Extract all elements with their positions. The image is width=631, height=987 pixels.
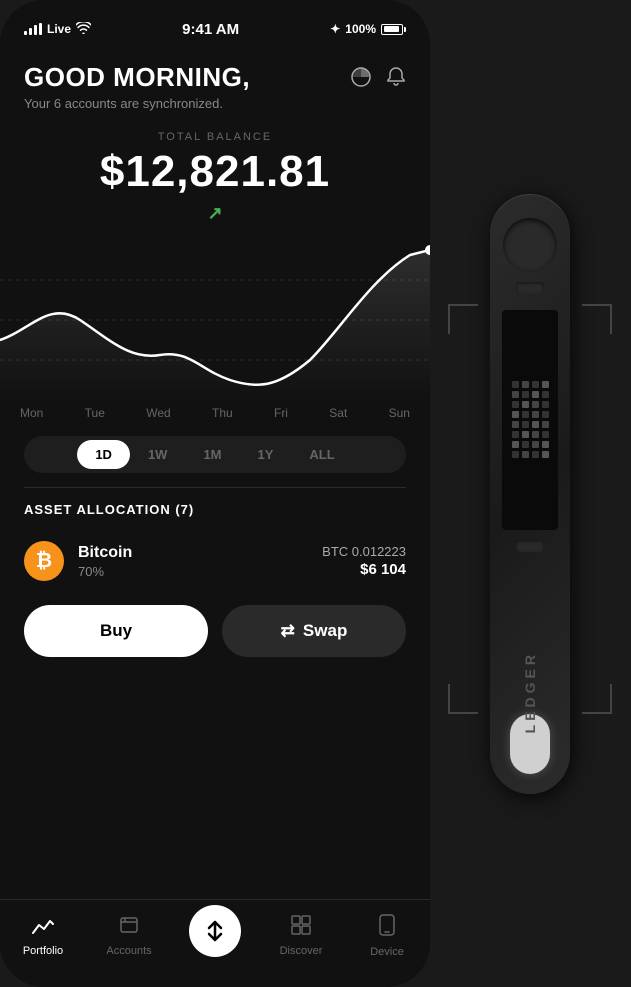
chart-label-sun: Sun	[389, 406, 410, 420]
swap-label: Swap	[303, 621, 347, 641]
accounts-label: Accounts	[106, 945, 151, 957]
status-right: ✦ 100%	[330, 22, 406, 36]
corner-tl	[448, 304, 478, 334]
bitcoin-crypto: BTC 0.012223	[322, 544, 406, 559]
battery-icon	[381, 24, 406, 35]
bitcoin-values: BTC 0.012223 $6 104	[322, 544, 406, 578]
corner-br	[582, 684, 612, 714]
section-divider	[24, 487, 406, 488]
status-left: Live	[24, 22, 91, 37]
bitcoin-name: Bitcoin	[78, 544, 308, 562]
action-buttons: Buy ⇄ Swap	[0, 591, 430, 671]
chart-label-fri: Fri	[274, 406, 288, 420]
buy-button[interactable]: Buy	[24, 605, 208, 657]
nav-discover[interactable]: Discover	[258, 915, 344, 957]
bitcoin-pct: 70%	[78, 564, 308, 579]
bluetooth-icon: ✦	[330, 22, 340, 36]
bottom-nav: Portfolio Accounts	[0, 899, 430, 987]
asset-section-title: ASSET ALLOCATION (7)	[0, 502, 430, 517]
nav-device[interactable]: Device	[344, 914, 430, 958]
ledger-label: LEDGER	[522, 651, 538, 733]
time-display: 9:41 AM	[182, 21, 239, 38]
battery-percent: 100%	[345, 22, 376, 36]
bitcoin-icon: ₿	[24, 541, 64, 581]
chart-labels: Mon Tue Wed Thu Fri Sat Sun	[0, 400, 430, 426]
portfolio-label: Portfolio	[23, 945, 63, 957]
bitcoin-usd: $6 104	[322, 561, 406, 578]
signal-icon	[24, 23, 42, 35]
up-arrow-icon: ↗	[207, 203, 222, 224]
nav-accounts[interactable]: Accounts	[86, 915, 172, 957]
nav-center[interactable]	[172, 905, 258, 967]
balance-amount: $12,821.81	[24, 147, 406, 197]
chart-area	[0, 240, 430, 400]
time-btn-1w[interactable]: 1W	[130, 440, 186, 469]
header: GOOD MORNING, Your 6 accounts are synchr…	[0, 44, 430, 111]
time-btn-1y[interactable]: 1Y	[240, 440, 292, 469]
header-icons	[350, 66, 406, 94]
bitcoin-info: Bitcoin 70%	[78, 544, 308, 579]
chart-label-thu: Thu	[212, 406, 233, 420]
phone-container: Live 9:41 AM ✦ 100%	[0, 0, 430, 987]
chart-icon[interactable]	[350, 66, 372, 94]
device-up-button[interactable]	[516, 282, 544, 294]
balance-section: TOTAL BALANCE $12,821.81 ↗	[0, 111, 430, 224]
center-action-button[interactable]	[189, 905, 241, 957]
corner-tr	[582, 304, 612, 334]
chart-svg	[0, 240, 430, 400]
balance-label: TOTAL BALANCE	[24, 131, 406, 143]
discover-icon	[291, 915, 311, 940]
bell-icon[interactable]	[386, 66, 406, 94]
status-bar: Live 9:41 AM ✦ 100%	[0, 0, 430, 44]
nav-portfolio[interactable]: Portfolio	[0, 915, 86, 957]
chart-label-mon: Mon	[20, 406, 43, 420]
chart-label-tue: Tue	[85, 406, 105, 420]
ledger-device: LEDGER	[430, 0, 630, 987]
balance-change: ↗	[207, 203, 222, 224]
device-body: LEDGER	[490, 194, 570, 794]
chart-label-sat: Sat	[329, 406, 347, 420]
greeting-text: GOOD MORNING,	[24, 62, 250, 93]
wifi-icon	[76, 22, 91, 37]
swap-icon: ⇄	[281, 621, 295, 641]
swap-button[interactable]: ⇄ Swap	[222, 605, 406, 657]
device-down-button[interactable]	[516, 540, 544, 552]
chart-label-wed: Wed	[146, 406, 170, 420]
device-label: Device	[370, 946, 404, 958]
carrier-label: Live	[47, 22, 71, 36]
asset-bitcoin[interactable]: ₿ Bitcoin 70% BTC 0.012223 $6 104	[0, 531, 430, 591]
device-button-top[interactable]	[503, 218, 557, 272]
discover-label: Discover	[280, 945, 323, 957]
device-screen	[502, 310, 558, 530]
accounts-icon	[119, 915, 139, 940]
time-btn-1d[interactable]: 1D	[77, 440, 130, 469]
corner-bl	[448, 684, 478, 714]
device-icon	[378, 914, 396, 941]
time-btn-all[interactable]: ALL	[291, 440, 352, 469]
sync-status: Your 6 accounts are synchronized.	[24, 96, 250, 111]
time-selector: 1D 1W 1M 1Y ALL	[24, 436, 406, 473]
portfolio-icon	[32, 915, 54, 940]
time-btn-1m[interactable]: 1M	[185, 440, 239, 469]
